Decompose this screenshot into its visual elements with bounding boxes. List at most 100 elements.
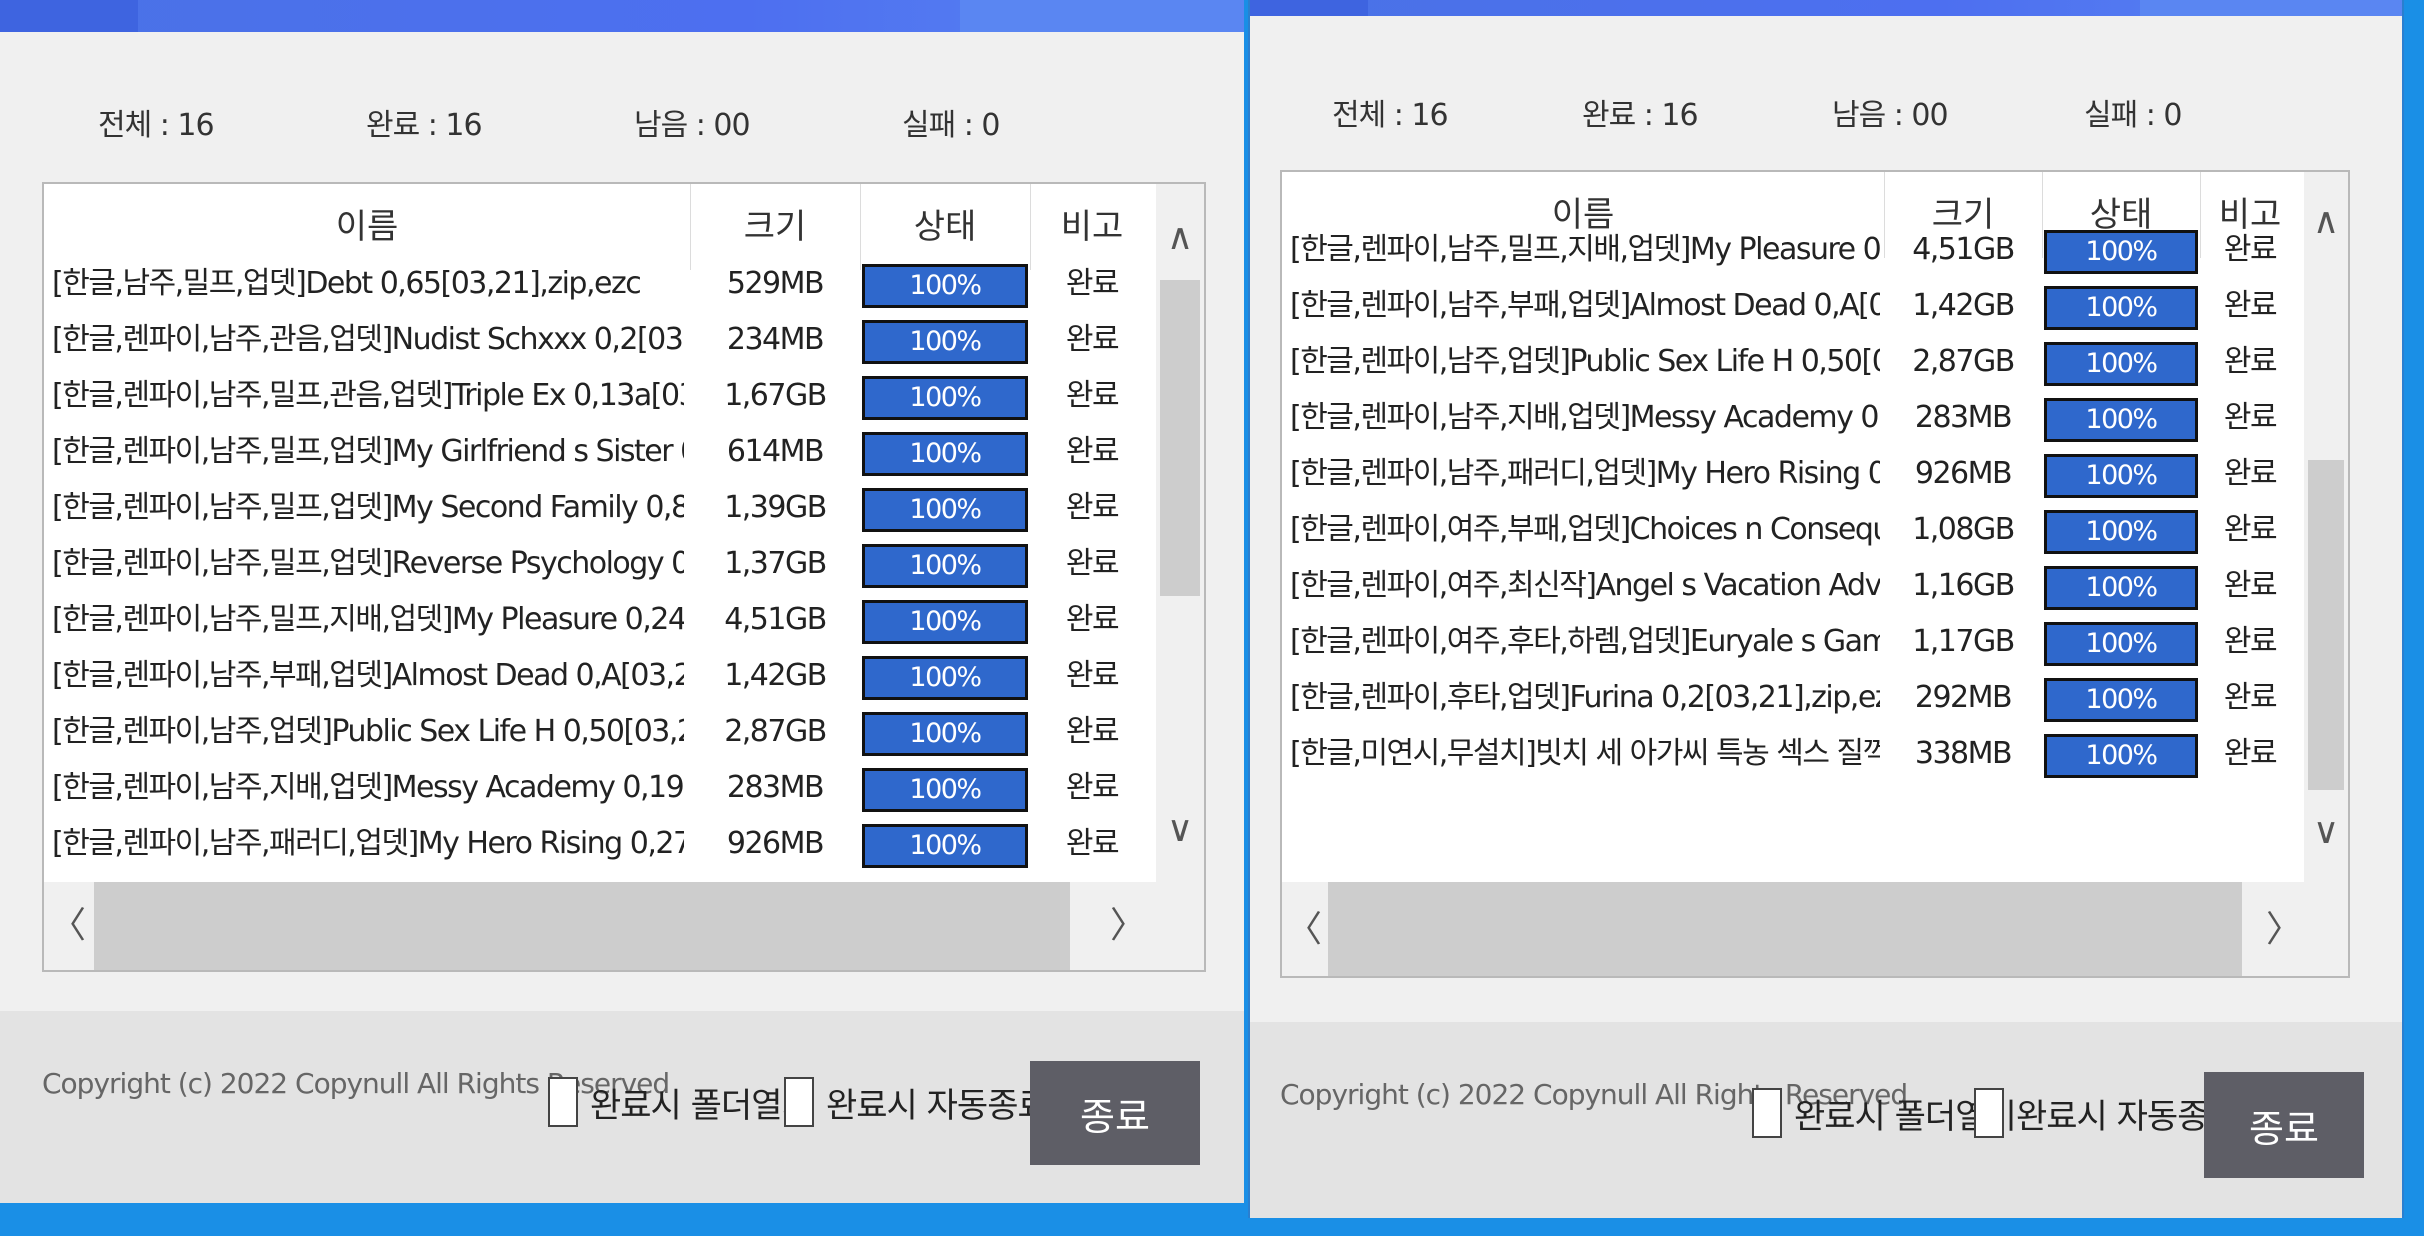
open-folder-label: 완료시 폴더열기 [590, 1085, 813, 1126]
vertical-scroll-thumb[interactable] [2308, 460, 2344, 790]
footer: Copyright (c) 2022 Copynull All Rights R… [0, 1011, 1244, 1203]
vertical-scroll-thumb[interactable] [1160, 280, 1200, 596]
table-row[interactable]: [한글,렌파이,남주,부패,업뎃]Almost Dead 0,A[03,21],… [44, 648, 1154, 704]
table-row[interactable]: [한글,렌파이,남주,밀프,지배,업뎃]My Pleasure 0,24[03,… [1282, 222, 2300, 278]
checkbox-box[interactable] [784, 1077, 814, 1127]
file-list[interactable]: 이름 크기 상태 비고 [한글,남주,밀프,업뎃]Debt 0,65[03,21… [42, 182, 1206, 972]
summary-counts: 전체 : 16 완료 : 16 남음 : 00 실패 : 0 [98, 100, 1000, 144]
progress-bar: 100% [862, 712, 1028, 756]
file-name: [한글,렌파이,여주,부패,업뎃]Choices n Consequences … [1290, 512, 1880, 547]
file-name: [한글,렌파이,남주,밀프,업뎃]Reverse Psychology 0,9,… [52, 546, 684, 581]
progress-bar: 100% [2044, 398, 2198, 442]
checkbox-box[interactable] [1752, 1088, 1782, 1138]
table-row[interactable]: [한글,미연시,무설치]빗치 세 아가씨 특농 섹스 질꺽 다이어리 338MB 1… [1282, 726, 2300, 782]
file-name: [한글,렌파이,남주,지배,업뎃]Messy Academy 0,19[03,2… [1290, 400, 1880, 435]
open-folder-checkbox[interactable]: 완료시 폴더열기 [548, 1077, 813, 1127]
status-note: 완료 [1065, 826, 1120, 861]
progress-bar: 100% [2044, 622, 2198, 666]
status-note: 완료 [2223, 288, 2278, 323]
scroll-up-arrow-icon[interactable]: ∧ [1156, 218, 1204, 258]
table-row[interactable]: [한글,렌파이,남주,밀프,업뎃]My Second Family 0,8,5[… [44, 480, 1154, 536]
table-row[interactable]: [한글,남주,밀프,업뎃]Debt 0,65[03,21],zip,ezc 529… [44, 256, 1154, 312]
table-row[interactable]: [한글,렌파이,남주,업뎃]Public Sex Life H 0,50[03,… [44, 704, 1154, 760]
close-button[interactable]: 종료 [2204, 1072, 2364, 1178]
status-note: 완료 [2223, 512, 2278, 547]
title-bar[interactable] [0, 0, 1244, 32]
file-list[interactable]: 이름 크기 상태 비고 [한글,렌파이,남주,밀프,지배,업뎃]My Pleas… [1280, 170, 2350, 978]
file-size: 1,67GB [724, 378, 827, 413]
title-bar[interactable] [1250, 0, 2402, 16]
file-size: 1,16GB [1912, 568, 2015, 603]
status-note: 완료 [1065, 714, 1120, 749]
scroll-down-arrow-icon[interactable]: ∨ [1156, 810, 1204, 850]
file-size: 1,42GB [724, 658, 827, 693]
file-size: 234MB [726, 322, 825, 357]
table-row[interactable]: [한글,렌파이,남주,관음,업뎃]Nudist Schxxx 0,2[03,21… [44, 312, 1154, 368]
table-row[interactable]: [한글,렌파이,남주,부패,업뎃]Almost Dead 0,A[03,21],… [1282, 278, 2300, 334]
fail-count: 실패 : 0 [902, 108, 1000, 143]
file-size: 1,39GB [724, 490, 827, 525]
progress-bar: 100% [862, 656, 1028, 700]
file-name: [한글,렌파이,남주,밀프,업뎃]My Girlfriend s Sister … [52, 434, 684, 469]
table-row[interactable]: [한글,렌파이,여주,최신작]Angel s Vacation Adventur… [1282, 558, 2300, 614]
table-row[interactable]: [한글,렌파이,남주,지배,업뎃]Messy Academy 0,19[03,2… [1282, 390, 2300, 446]
file-name: [한글,렌파이,여주,최신작]Angel s Vacation Adventur… [1290, 568, 1880, 603]
progress-bar: 100% [862, 544, 1028, 588]
scroll-down-arrow-icon[interactable]: ∨ [2304, 812, 2348, 852]
auto-exit-label: 완료시 자동종료 [826, 1085, 1049, 1126]
scroll-left-arrow-icon[interactable]: 〈 [1282, 910, 1326, 950]
table-row[interactable]: [한글,렌파이,남주,지배,업뎃]Messy Academy 0,19[03,2… [44, 760, 1154, 816]
progress-bar: 100% [862, 264, 1028, 308]
table-row[interactable]: [한글,렌파이,남주,업뎃]Public Sex Life H 0,50[03,… [1282, 334, 2300, 390]
footer: Copyright (c) 2022 Copynull All Rights R… [1250, 1022, 2402, 1218]
total-count: 전체 : 16 [98, 108, 215, 143]
progress-bar: 100% [2044, 566, 2198, 610]
checkbox-box[interactable] [548, 1077, 578, 1127]
file-size: 2,87GB [1912, 344, 2015, 379]
table-row[interactable]: [한글,렌파이,후타,업뎃]Furina 0,2[03,21],zip,ezc 2… [1282, 670, 2300, 726]
status-note: 완료 [2223, 456, 2278, 491]
checkbox-box[interactable] [1974, 1088, 2004, 1138]
table-row[interactable]: [한글,렌파이,여주,부패,업뎃]Choices n Consequences … [1282, 502, 2300, 558]
file-size: 4,51GB [724, 602, 827, 637]
file-size: 1,37GB [724, 546, 827, 581]
auto-exit-checkbox[interactable]: 완료시 자동종료 [784, 1077, 1049, 1127]
file-name: [한글,렌파이,남주,업뎃]Public Sex Life H 0,50[03,… [1290, 344, 1880, 379]
status-note: 완료 [1065, 490, 1120, 525]
table-row[interactable]: [한글,렌파이,여주,후타,하렘,업뎃]Euryale s Gambit 0,1… [1282, 614, 2300, 670]
status-note: 완료 [2223, 680, 2278, 715]
vertical-scrollbar[interactable]: ∧ ∨ [2304, 172, 2348, 882]
scroll-right-arrow-icon[interactable]: 〉 [2262, 910, 2306, 950]
scroll-up-arrow-icon[interactable]: ∧ [2304, 202, 2348, 242]
file-size: 4,51GB [1912, 232, 2015, 267]
remain-count: 남음 : 00 [634, 108, 751, 143]
horizontal-scrollbar[interactable]: 〈 〉 [44, 882, 1204, 970]
table-row[interactable]: [한글,렌파이,남주,밀프,업뎃]My Girlfriend s Sister … [44, 424, 1154, 480]
file-size: 614MB [726, 434, 825, 469]
horizontal-scroll-thumb[interactable] [1328, 882, 2242, 976]
status-note: 완료 [2223, 232, 2278, 267]
remain-count: 남음 : 00 [1832, 98, 1949, 133]
table-row[interactable]: [한글,렌파이,남주,밀프,지배,업뎃]My Pleasure 0,24[03,… [44, 592, 1154, 648]
scroll-right-arrow-icon[interactable]: 〉 [1104, 906, 1152, 946]
table-row[interactable]: [한글,렌파이,남주,밀프,관음,업뎃]Triple Ex 0,13a[03,2… [44, 368, 1154, 424]
table-row[interactable]: [한글,렌파이,남주,밀프,업뎃]Reverse Psychology 0,9,… [44, 536, 1154, 592]
file-name: [한글,렌파이,남주,밀프,업뎃]My Second Family 0,8,5[… [52, 490, 684, 525]
table-row[interactable]: [한글,렌파이,남주,패러디,업뎃]My Hero Rising 0,27[03… [1282, 446, 2300, 502]
table-row[interactable]: [한글,렌파이,남주,패러디,업뎃]My Hero Rising 0,27[03… [44, 816, 1154, 872]
file-name: [한글,렌파이,남주,부패,업뎃]Almost Dead 0,A[03,21],… [1290, 288, 1880, 323]
vertical-scrollbar[interactable]: ∧ ∨ [1156, 184, 1204, 882]
download-window-2: 전체 : 16 완료 : 16 남음 : 00 실패 : 0 이름 크기 상태 … [1248, 0, 2404, 1218]
scroll-left-arrow-icon[interactable]: 〈 [44, 906, 92, 946]
file-size: 1,42GB [1912, 288, 2015, 323]
horizontal-scrollbar[interactable]: 〈 〉 [1282, 882, 2348, 976]
auto-exit-checkbox[interactable]: 완료시 자동종료 [1974, 1088, 2239, 1138]
file-name: [한글,렌파이,남주,패러디,업뎃]My Hero Rising 0,27[03… [52, 826, 684, 861]
file-name: [한글,미연시,무설치]빗치 세 아가씨 특농 섹스 질꺽 다이어리 [1290, 736, 1880, 771]
horizontal-scroll-thumb[interactable] [94, 882, 1070, 970]
status-note: 완료 [1065, 322, 1120, 357]
status-note: 완료 [1065, 434, 1120, 469]
status-note: 완료 [2223, 568, 2278, 603]
close-button[interactable]: 종료 [1030, 1061, 1200, 1165]
file-size: 926MB [726, 826, 825, 861]
